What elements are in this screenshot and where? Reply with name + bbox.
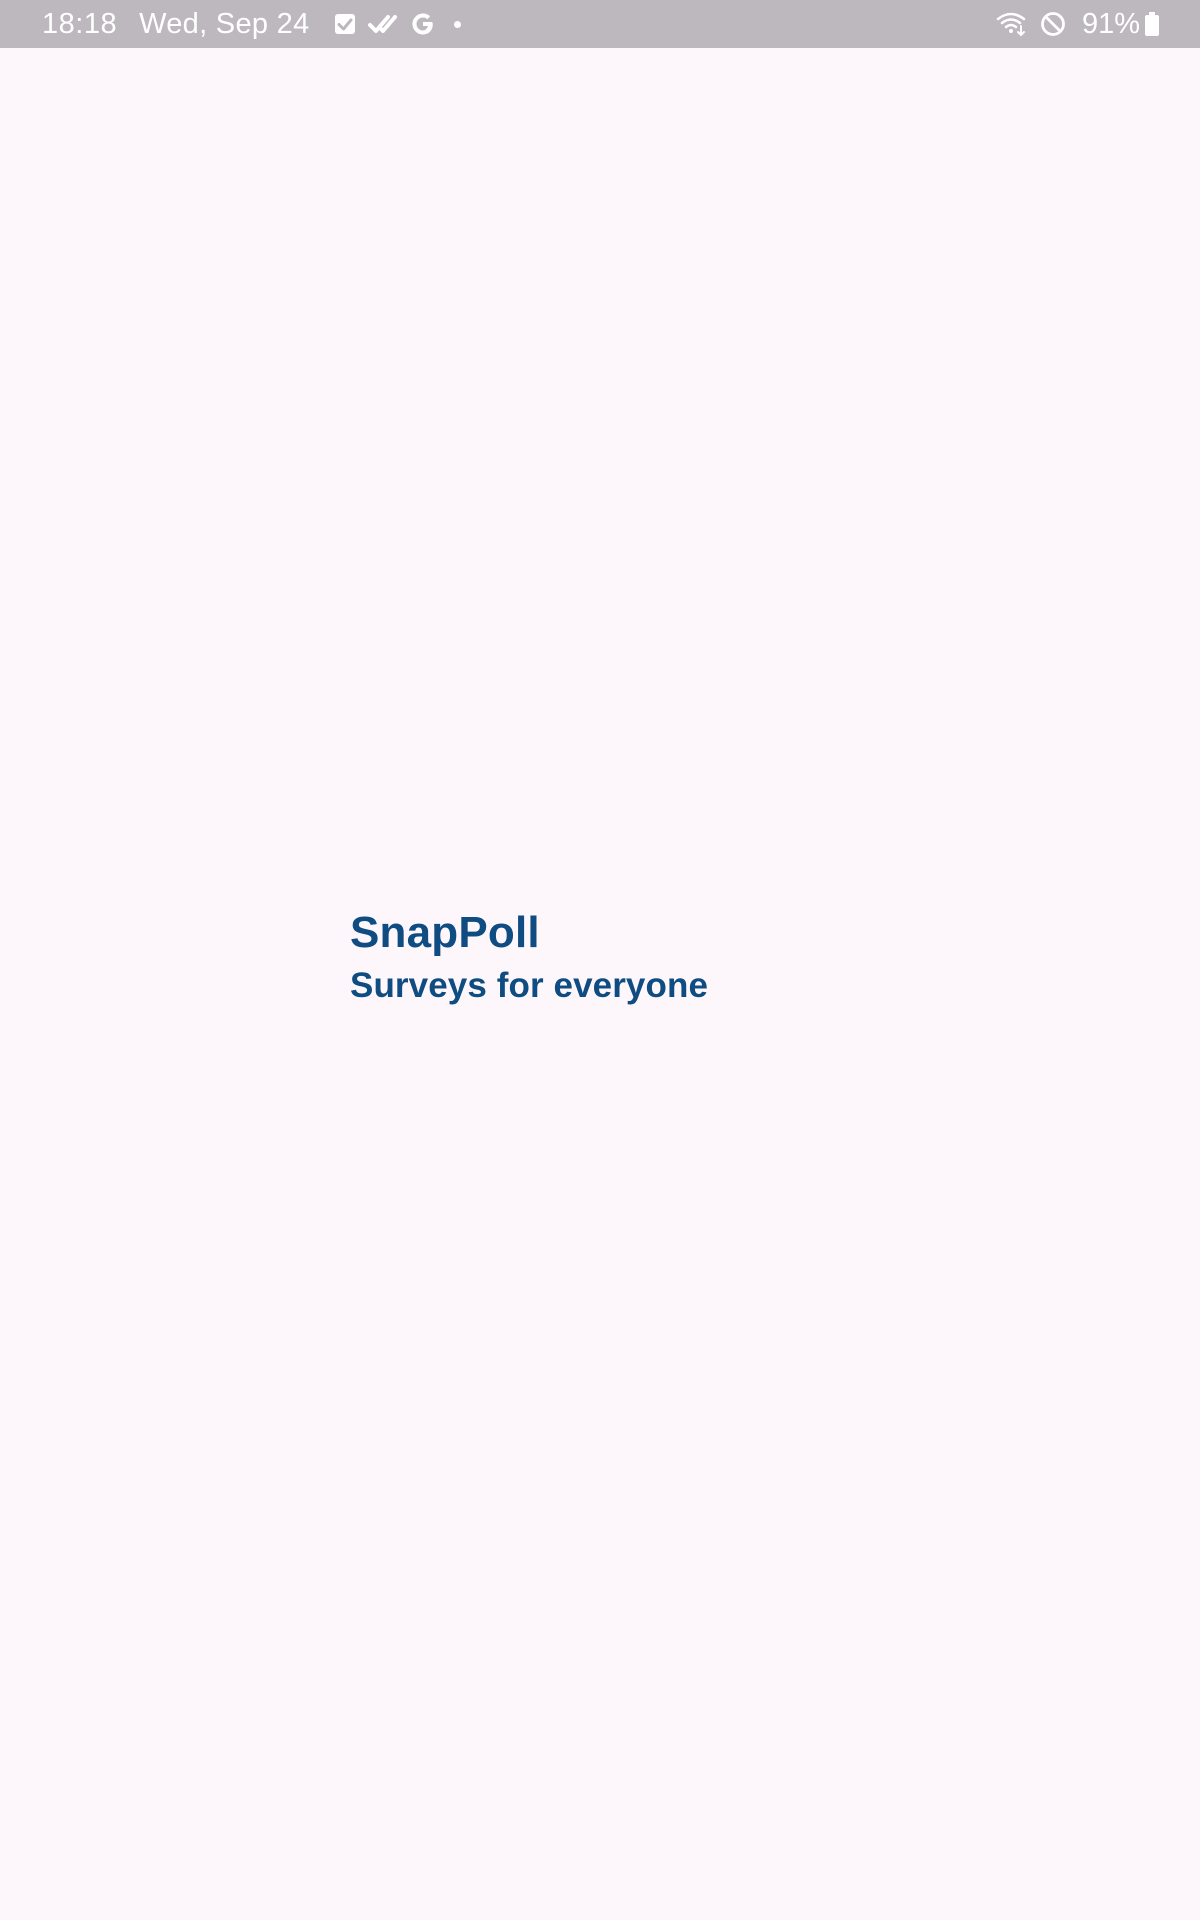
google-icon bbox=[410, 11, 436, 37]
status-date: Wed, Sep 24 bbox=[139, 7, 310, 40]
status-bar: 18:18 Wed, Sep 24 91% bbox=[0, 0, 1200, 48]
do-not-disturb-icon bbox=[1040, 11, 1066, 37]
double-check-icon bbox=[367, 13, 398, 35]
wifi-icon bbox=[996, 11, 1028, 37]
battery-percent: 91% bbox=[1081, 7, 1140, 40]
status-bar-left: 18:18 Wed, Sep 24 bbox=[42, 8, 461, 41]
splash-branding: SnapPoll Surveys for everyone bbox=[350, 905, 708, 1009]
status-time: 18:18 bbox=[42, 7, 118, 40]
app-tagline: Surveys for everyone bbox=[350, 966, 709, 1005]
notification-dot-icon bbox=[453, 20, 461, 28]
app-name: SnapPoll bbox=[350, 908, 540, 957]
checkbox-icon bbox=[334, 13, 356, 35]
status-bar-right: 91% bbox=[996, 8, 1160, 41]
battery-icon bbox=[1144, 11, 1160, 37]
splash-screen: 18:18 Wed, Sep 24 91% SnapPoll Surveys f… bbox=[0, 0, 1200, 1920]
